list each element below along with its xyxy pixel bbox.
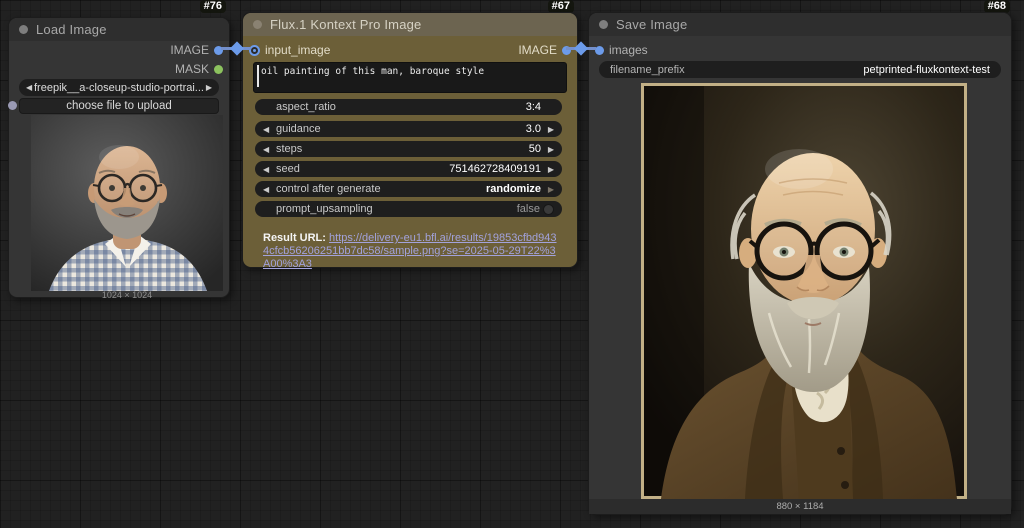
- node-title: Load Image: [36, 22, 107, 37]
- output-dot-image-icon[interactable]: [214, 46, 223, 55]
- text-caret: [257, 65, 259, 87]
- node-id-badge-76: #76: [200, 0, 226, 13]
- increment-icon[interactable]: ▶: [544, 145, 554, 154]
- node-title: Flux.1 Kontext Pro Image: [270, 17, 421, 32]
- widget-control-after-generate[interactable]: ◀ control after generate randomize ▶: [255, 181, 562, 197]
- generated-painting-preview: [641, 83, 967, 499]
- choose-file-button[interactable]: choose file to upload: [19, 98, 219, 114]
- input-dot-images-icon[interactable]: [595, 46, 604, 55]
- flux-node-header[interactable]: Flux.1 Kontext Pro Image: [243, 13, 577, 36]
- save-image-node[interactable]: Save Image images filename_prefix petpri…: [588, 12, 1012, 515]
- output-slot-mask[interactable]: MASK: [175, 62, 223, 76]
- save-image-node-header[interactable]: Save Image: [589, 13, 1011, 36]
- increment-icon[interactable]: ▶: [544, 125, 554, 134]
- combo-next-icon[interactable]: ▶: [206, 83, 212, 92]
- widget-seed[interactable]: ◀ seed 751462728409191 ▶: [255, 161, 562, 177]
- prompt-textarea[interactable]: oil painting of this man, baroque style: [253, 62, 567, 93]
- node-graph-canvas[interactable]: #76 Load Image IMAGE MASK ◀ freepik__a-c…: [0, 0, 1024, 528]
- decrement-icon[interactable]: ◀: [263, 125, 273, 134]
- prompt-text: oil painting of this man, baroque style: [261, 66, 484, 77]
- combo-value: freepik__a-closeup-studio-portrai...: [32, 82, 206, 94]
- input-slot-input-image[interactable]: input_image: [249, 43, 330, 57]
- input-slot-images[interactable]: images: [595, 43, 648, 57]
- widget-prompt-upsampling[interactable]: ◀ prompt_upsampling false: [255, 201, 562, 217]
- image-size-caption: 1024 × 1024: [31, 290, 223, 300]
- collapse-dot-icon[interactable]: [599, 20, 608, 29]
- output-slot-image[interactable]: IMAGE: [518, 43, 571, 57]
- widget-filename-prefix[interactable]: filename_prefix petprinted-fluxkontext-t…: [599, 61, 1001, 78]
- result-url-label: Result URL:: [263, 232, 326, 244]
- decrement-icon[interactable]: ◀: [263, 165, 273, 174]
- upload-widget-input-dot-icon[interactable]: [8, 101, 17, 110]
- increment-icon[interactable]: ▶: [544, 185, 554, 194]
- collapse-dot-icon[interactable]: [253, 20, 262, 29]
- decrement-icon[interactable]: ◀: [263, 145, 273, 154]
- boolean-toggle-icon[interactable]: [543, 204, 554, 215]
- widget-steps[interactable]: ◀ steps 50 ▶: [255, 141, 562, 157]
- image-size-caption: 880 × 1184: [776, 501, 823, 512]
- widget-aspect-ratio[interactable]: ◀ aspect_ratio 3:4 ▶: [255, 99, 562, 115]
- decrement-icon[interactable]: ◀: [263, 185, 273, 194]
- image-size-caption-bar: 880 × 1184: [589, 499, 1011, 514]
- output-dot-image-icon[interactable]: [562, 46, 571, 55]
- collapse-dot-icon[interactable]: [19, 25, 28, 34]
- result-url-block: Result URL: https://delivery-eu1.bfl.ai/…: [263, 232, 559, 271]
- input-dot-image-icon[interactable]: [249, 45, 260, 56]
- output-slot-image[interactable]: IMAGE: [170, 43, 223, 57]
- load-image-node-header[interactable]: Load Image: [9, 18, 229, 41]
- widget-guidance[interactable]: ◀ guidance 3.0 ▶: [255, 121, 562, 137]
- increment-icon[interactable]: ▶: [544, 165, 554, 174]
- load-image-preview-photo: [31, 115, 223, 291]
- image-filename-combo[interactable]: ◀ freepik__a-closeup-studio-portrai... ▶: [19, 79, 219, 96]
- load-image-node[interactable]: Load Image IMAGE MASK ◀ freepik__a-close…: [8, 17, 230, 298]
- flux-kontext-node[interactable]: Flux.1 Kontext Pro Image input_image IMA…: [242, 12, 578, 268]
- node-title: Save Image: [616, 17, 687, 32]
- output-dot-mask-icon[interactable]: [214, 65, 223, 74]
